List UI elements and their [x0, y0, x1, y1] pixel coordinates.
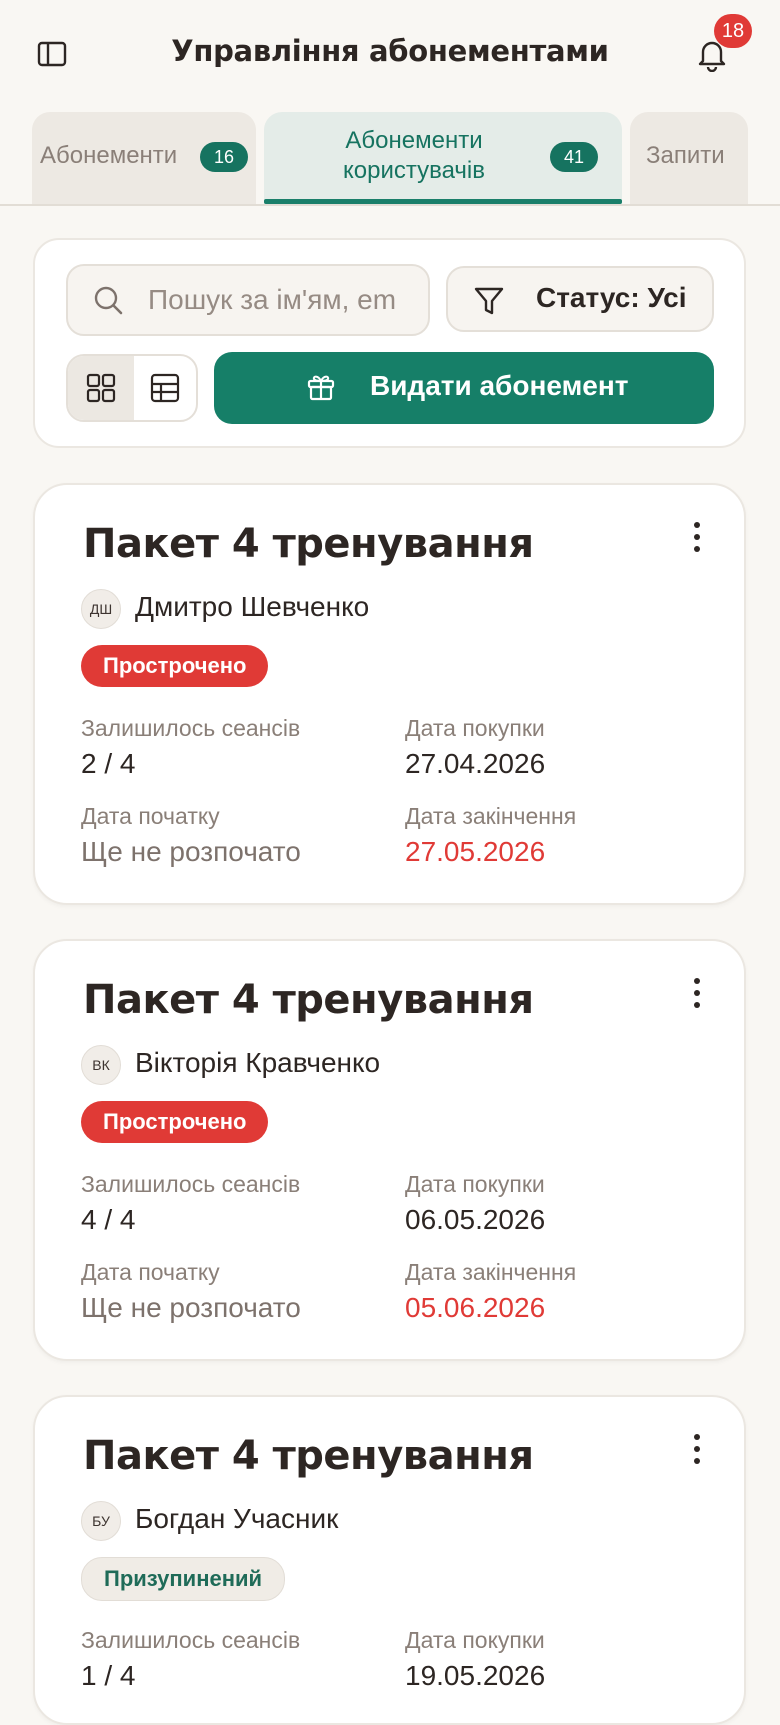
subscription-card[interactable]: Пакет 4 тренування ВК Вікторія Кравченко…	[33, 939, 746, 1361]
gift-icon	[306, 372, 336, 406]
issue-subscription-button[interactable]: Видати абонемент	[214, 352, 714, 424]
tab-subscriptions[interactable]: Абонементи 16	[32, 112, 256, 204]
avatar: ДШ	[81, 589, 121, 629]
table-icon	[150, 373, 180, 403]
grid-icon	[86, 373, 116, 403]
sessions-left-value: 4 / 4	[81, 1204, 136, 1235]
avatar: БУ	[81, 1501, 121, 1541]
more-options-icon[interactable]	[683, 1429, 711, 1469]
tab-count-badge: 16	[200, 142, 248, 172]
start-date-value: Ще не розпочато	[81, 1292, 301, 1323]
tab-label: Абонементи користувачів	[342, 127, 486, 184]
card-title: Пакет 4 тренування	[83, 1433, 534, 1479]
tab-user-subscriptions[interactable]: Абонементи користувачів 41	[264, 112, 622, 204]
search-icon	[92, 284, 124, 320]
purchase-date-value: 27.04.2026	[405, 748, 546, 779]
tab-requests[interactable]: Запити	[630, 112, 748, 204]
issue-subscription-label: Видати абонемент	[370, 370, 629, 401]
grid-view-button[interactable]	[68, 356, 134, 420]
purchase-date-value: 19.05.2026	[405, 1660, 546, 1691]
purchase-date-label: Дата покупки	[405, 1627, 545, 1653]
tab-label: Абонементи	[40, 142, 178, 169]
table-view-button[interactable]	[134, 356, 196, 420]
tabs-divider	[0, 204, 780, 206]
sessions-left-label: Залишилось сеансів	[81, 1627, 301, 1653]
subscription-card[interactable]: Пакет 4 тренування БУ Богдан Учасник При…	[33, 1395, 746, 1725]
purchase-date-label: Дата покупки	[405, 715, 545, 741]
sessions-left-label: Залишилось сеансів	[81, 1171, 301, 1197]
start-date-value: Ще не розпочато	[81, 836, 301, 867]
sessions-left-value: 2 / 4	[81, 748, 136, 779]
page-title: Управління абонементами	[171, 34, 609, 68]
status-filter-button[interactable]: Статус: Усі	[446, 266, 714, 332]
tab-label: Запити	[646, 142, 725, 169]
more-options-icon[interactable]	[683, 973, 711, 1013]
search-input[interactable]	[148, 266, 418, 334]
start-date-label: Дата початку	[81, 803, 220, 829]
status-filter-label: Статус: Усі	[536, 282, 687, 313]
top-bar: Управління абонементами 18	[0, 0, 780, 110]
sessions-left-value: 1 / 4	[81, 1660, 136, 1691]
tab-count-badge: 41	[550, 142, 598, 172]
start-date-label: Дата початку	[81, 1259, 220, 1285]
active-tab-indicator	[264, 199, 622, 204]
avatar: ВК	[81, 1045, 121, 1085]
status-badge: Прострочено	[81, 1101, 269, 1143]
filter-icon	[472, 284, 506, 322]
purchase-date-value: 06.05.2026	[405, 1204, 546, 1235]
purchase-date-label: Дата покупки	[405, 1171, 545, 1197]
user-name: Богдан Учасник	[135, 1503, 339, 1534]
status-badge: Прострочено	[81, 645, 269, 687]
sessions-left-label: Залишилось сеансів	[81, 715, 301, 741]
end-date-value: 05.06.2026	[405, 1292, 546, 1323]
card-title: Пакет 4 тренування	[83, 521, 534, 567]
end-date-label: Дата закінчення	[405, 803, 577, 829]
status-badge: Призупинений	[81, 1557, 286, 1601]
view-toggle	[66, 354, 198, 422]
end-date-value: 27.05.2026	[405, 836, 546, 867]
search-box[interactable]	[66, 264, 430, 336]
card-title: Пакет 4 тренування	[83, 977, 534, 1023]
subscription-card[interactable]: Пакет 4 тренування ДШ Дмитро Шевченко Пр…	[33, 483, 746, 905]
user-name: Дмитро Шевченко	[135, 591, 370, 622]
notification-count-badge: 18	[714, 14, 752, 48]
end-date-label: Дата закінчення	[405, 1259, 577, 1285]
user-name: Вікторія Кравченко	[135, 1047, 381, 1078]
more-options-icon[interactable]	[683, 517, 711, 557]
